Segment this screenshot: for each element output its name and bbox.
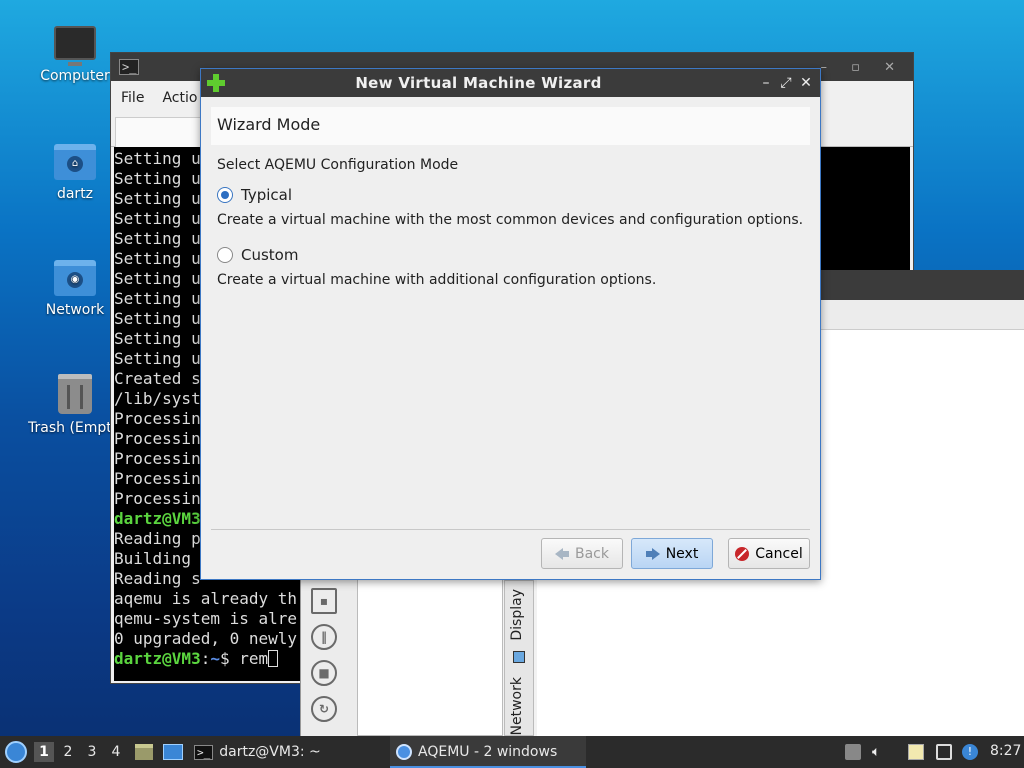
- eject-icon[interactable]: [845, 744, 861, 760]
- volume-icon[interactable]: 🔈︎: [872, 744, 888, 760]
- task-label: AQEMU - 2 windows: [418, 744, 558, 760]
- option-description: Create a virtual machine with additional…: [217, 272, 657, 288]
- section-label: Select AQEMU Configuration Mode: [217, 157, 459, 173]
- file-manager-icon[interactable]: [135, 744, 153, 760]
- menu-file[interactable]: File: [121, 90, 144, 106]
- plus-icon: [207, 74, 225, 92]
- next-button[interactable]: Next: [631, 538, 713, 569]
- taskbar: 1 2 3 4 >_ dartz@VM3: ~ AQEMU - 2 window…: [0, 736, 1024, 768]
- radio-button[interactable]: [217, 247, 233, 263]
- back-button[interactable]: Back: [541, 538, 623, 569]
- text-cursor: [268, 650, 279, 667]
- new-vm-wizard-dialog[interactable]: New Virtual Machine Wizard – ⤢ ✕ Wizard …: [200, 68, 821, 580]
- close-icon[interactable]: ✕: [796, 75, 816, 91]
- show-desktop-icon[interactable]: [163, 744, 183, 760]
- option-description: Create a virtual machine with the most c…: [217, 212, 804, 228]
- arrow-right-icon: [645, 547, 660, 560]
- pause-icon[interactable]: ‖: [311, 624, 337, 650]
- vertical-tabs: Display Network: [504, 580, 534, 736]
- divider: [211, 529, 810, 530]
- desktop-icon-label: Computer: [40, 68, 110, 84]
- network-folder-icon: ◉: [54, 260, 96, 296]
- workspace-1[interactable]: 1: [34, 742, 54, 762]
- task-terminal[interactable]: >_ dartz@VM3: ~: [194, 736, 321, 768]
- workspace-2[interactable]: 2: [58, 742, 78, 762]
- desktop-icon-computer[interactable]: Computer: [27, 22, 123, 84]
- desktop-icon-label: dartz: [56, 186, 94, 202]
- window-controls[interactable]: – ▫ ✕: [821, 60, 905, 75]
- button-label: Cancel: [755, 545, 803, 562]
- tab-network[interactable]: Network: [509, 677, 525, 735]
- dialog-titlebar[interactable]: New Virtual Machine Wizard – ⤢ ✕: [201, 69, 820, 97]
- computer-icon: [54, 26, 96, 66]
- home-folder-icon: ⌂: [54, 144, 96, 180]
- desktop-icon-network[interactable]: ◉ Network: [27, 256, 123, 318]
- radio-label: Custom: [241, 246, 299, 264]
- dialog-title: New Virtual Machine Wizard: [355, 74, 602, 92]
- maximize-icon[interactable]: ⤢: [776, 75, 796, 91]
- desktop-icon-home[interactable]: ⌂ dartz: [27, 140, 123, 202]
- task-aqemu[interactable]: AQEMU - 2 windows: [390, 736, 586, 768]
- clipboard-icon[interactable]: [908, 744, 924, 760]
- terminal-icon: >_: [119, 59, 140, 75]
- desktop-icon-label: Network: [45, 302, 105, 318]
- button-label: Next: [665, 545, 699, 562]
- menu-actions[interactable]: Actio: [162, 90, 197, 106]
- cancel-button[interactable]: Cancel: [728, 538, 810, 569]
- workspace-3[interactable]: 3: [82, 742, 102, 762]
- cancel-icon: [735, 546, 750, 561]
- start-menu-icon[interactable]: [5, 741, 27, 763]
- radio-custom[interactable]: Custom: [217, 246, 298, 264]
- network-icon[interactable]: [936, 744, 952, 760]
- aqemu-icon: [396, 744, 412, 760]
- display-icon: [513, 651, 525, 663]
- task-label: dartz@VM3: ~: [219, 744, 321, 760]
- radio-label: Typical: [241, 186, 292, 204]
- clock[interactable]: 8:27: [990, 743, 1021, 759]
- tab-display[interactable]: Display: [509, 589, 525, 641]
- save-icon[interactable]: ▪: [311, 588, 337, 614]
- minimize-icon[interactable]: –: [756, 75, 776, 91]
- workspace-4[interactable]: 4: [106, 742, 126, 762]
- button-label: Back: [575, 545, 609, 562]
- arrow-left-icon: [555, 547, 569, 560]
- trash-icon: [58, 374, 92, 414]
- notification-icon[interactable]: !: [962, 744, 978, 760]
- wizard-page-header: Wizard Mode: [211, 107, 810, 145]
- stop-icon[interactable]: ■: [311, 660, 337, 686]
- terminal-icon: >_: [194, 744, 214, 760]
- radio-typical[interactable]: Typical: [217, 186, 292, 204]
- desktop-icon-label: Trash (Empty): [28, 420, 112, 436]
- reset-icon[interactable]: ↻: [311, 696, 337, 722]
- radio-button-checked[interactable]: [217, 187, 233, 203]
